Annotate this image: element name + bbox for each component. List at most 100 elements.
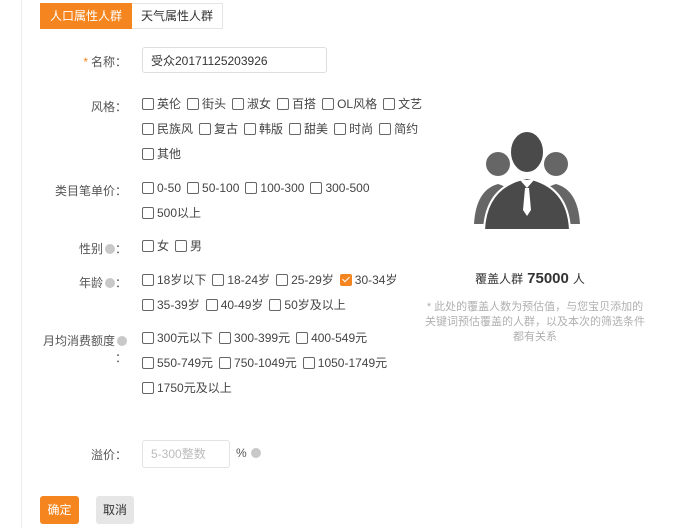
spend-option[interactable]: 300元以下	[142, 329, 213, 346]
checkbox[interactable]	[205, 298, 218, 311]
spend-label: 月均消费额度：	[42, 334, 127, 365]
age-option[interactable]: 18岁以下	[142, 271, 206, 288]
checkbox[interactable]	[310, 181, 323, 194]
price-option-row: 500以上	[142, 200, 376, 225]
checkbox[interactable]	[232, 97, 245, 110]
coverage-summary: 覆盖人群 75000 人	[430, 270, 630, 287]
info-icon[interactable]	[117, 336, 127, 346]
price-option[interactable]: 50-100	[187, 181, 239, 195]
gender-option-label: 女	[157, 239, 170, 253]
checkbox[interactable]	[142, 147, 154, 160]
gender-option[interactable]: 女	[142, 237, 169, 254]
checkbox[interactable]	[142, 381, 154, 394]
age-option-label: 40-49岁	[220, 298, 264, 312]
age-option[interactable]: 25-29岁	[276, 271, 334, 288]
checkbox[interactable]	[379, 122, 392, 135]
spend-option[interactable]: 550-749元	[142, 354, 213, 371]
checkbox[interactable]	[339, 273, 352, 286]
style-option[interactable]: 韩版	[244, 120, 283, 137]
spend-option[interactable]: 1050-1749元	[302, 354, 387, 371]
age-option[interactable]: 30-34岁	[339, 271, 398, 288]
checkbox[interactable]	[289, 122, 302, 135]
age-option[interactable]: 18-24岁	[212, 271, 270, 288]
style-option[interactable]: 复古	[199, 120, 238, 137]
style-option[interactable]: 民族风	[142, 120, 193, 137]
style-option[interactable]: 其他	[142, 145, 181, 162]
age-option-label: 30-34岁	[354, 273, 398, 287]
style-option[interactable]: 文艺	[383, 95, 422, 112]
checkbox[interactable]	[142, 356, 154, 369]
checkbox[interactable]	[142, 298, 154, 311]
style-option-label: 复古	[214, 122, 239, 136]
checkbox[interactable]	[269, 298, 282, 311]
spend-option[interactable]: 1750元及以上	[142, 379, 232, 396]
style-option[interactable]: 甜美	[289, 120, 328, 137]
tab-weather[interactable]: 天气属性人群	[132, 3, 224, 29]
price-option[interactable]: 100-300	[245, 181, 304, 195]
age-label-text: 年龄	[78, 276, 103, 290]
tab-demographic[interactable]: 人口属性人群	[40, 3, 133, 29]
style-option[interactable]: 时尚	[334, 120, 373, 137]
price-option[interactable]: 300-500	[310, 180, 370, 195]
style-option[interactable]: 淑女	[232, 95, 271, 112]
age-option[interactable]: 40-49岁	[205, 296, 264, 313]
checkbox[interactable]	[175, 239, 188, 252]
style-option-row: 英伦 街头 淑女 百搭 OL风格 文艺	[142, 91, 428, 116]
spend-option-label: 400-549元	[311, 331, 368, 345]
name-input[interactable]	[142, 47, 327, 73]
cancel-button[interactable]: 取消	[96, 496, 134, 524]
spend-option[interactable]: 400-549元	[296, 329, 367, 346]
spend-option[interactable]: 750-1049元	[219, 354, 297, 371]
age-option-row: 18岁以下 18-24岁 25-29岁 30-34岁	[142, 267, 403, 292]
spend-options: 300元以下 300-399元 400-549元 550-749元 750-1049元 1…	[142, 325, 393, 400]
style-option[interactable]: 英伦	[142, 95, 181, 112]
info-icon[interactable]	[250, 448, 261, 458]
checkbox[interactable]	[244, 122, 257, 135]
spend-option-row: 550-749元 750-1049元 1050-1749元	[142, 350, 393, 375]
checkbox[interactable]	[219, 331, 232, 344]
confirm-button[interactable]: 确定	[40, 496, 79, 524]
checkbox[interactable]	[142, 206, 154, 219]
spend-option-row: 300元以下 300-399元 400-549元	[142, 325, 393, 350]
spend-option[interactable]: 300-399元	[219, 329, 290, 346]
checkbox[interactable]	[219, 356, 232, 369]
checkbox[interactable]	[245, 181, 258, 194]
style-option[interactable]: 简约	[379, 120, 418, 137]
checkbox[interactable]	[277, 97, 290, 110]
price-option[interactable]: 500以上	[142, 204, 201, 221]
style-option[interactable]: 百搭	[277, 95, 316, 112]
checkbox[interactable]	[142, 181, 154, 194]
checkbox[interactable]	[187, 181, 200, 194]
checkbox[interactable]	[142, 97, 154, 110]
name-label-text: 名称：	[90, 55, 127, 69]
checkbox[interactable]	[212, 273, 225, 286]
info-icon[interactable]	[104, 244, 115, 254]
checkbox[interactable]	[199, 122, 212, 135]
premium-input[interactable]	[142, 440, 230, 468]
checkbox[interactable]	[296, 331, 309, 344]
age-option[interactable]: 50岁及以上	[269, 296, 346, 313]
style-option[interactable]: 街头	[187, 95, 226, 112]
checkbox[interactable]	[142, 122, 154, 135]
coverage-prefix: 覆盖人群	[475, 272, 524, 286]
price-option-label: 300-500	[325, 180, 370, 195]
checkbox[interactable]	[142, 331, 154, 344]
checkbox[interactable]	[187, 97, 200, 110]
checkbox[interactable]	[142, 273, 154, 286]
checkbox[interactable]	[276, 273, 289, 286]
gender-option[interactable]: 男	[175, 237, 202, 254]
checkbox[interactable]	[322, 97, 335, 110]
info-icon[interactable]	[104, 278, 115, 288]
age-option[interactable]: 35-39岁	[142, 296, 200, 313]
checkbox[interactable]	[334, 122, 347, 135]
checkbox[interactable]	[383, 97, 396, 110]
tab-bar: 人口属性人群 天气属性人群	[40, 3, 224, 29]
spend-option-label: 1750元及以上	[157, 381, 232, 395]
checkbox[interactable]	[142, 239, 154, 252]
checkbox[interactable]	[302, 356, 315, 369]
price-option[interactable]: 0-50	[142, 181, 181, 195]
spend-option-row: 1750元及以上	[142, 375, 393, 400]
style-option[interactable]: OL风格	[322, 95, 377, 112]
style-option-label: 淑女	[247, 97, 272, 111]
coverage-note: * 此处的覆盖人数为预估值，与您宝贝添加的关键词预估覆盖的人群，以及本次的筛选条…	[425, 301, 645, 343]
